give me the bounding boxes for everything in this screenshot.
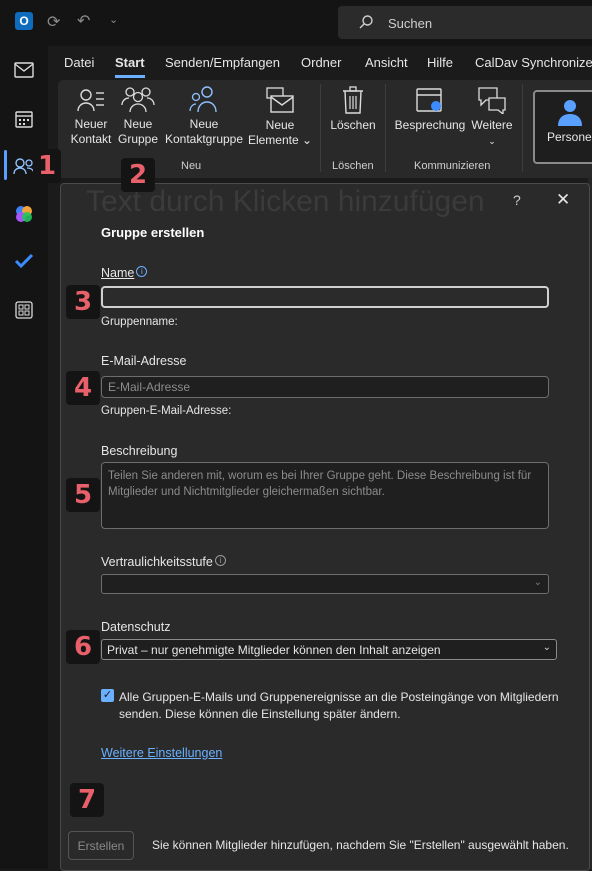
delete-button[interactable]: Löschen — [326, 86, 380, 133]
active-tab-underline — [115, 75, 145, 78]
new-group-label-2: Gruppe — [117, 132, 159, 146]
tab-caldav[interactable]: CalDav Synchronizer — [475, 55, 592, 70]
dialog-title: Gruppe erstellen — [101, 225, 205, 240]
undo-icon[interactable]: ↶ — [77, 11, 90, 31]
more-label: Weitere — [471, 118, 513, 132]
search-placeholder: Suchen — [388, 16, 433, 31]
step-badge-6: 6 — [66, 630, 100, 664]
email-input[interactable] — [101, 376, 549, 398]
new-contact-button[interactable]: Neuer Kontakt — [64, 87, 118, 147]
send-copies-label: Alle Gruppen-E-Mails und Gruppenereignis… — [119, 690, 559, 721]
step-badge-2: 2 — [121, 158, 155, 192]
sync-icon[interactable]: ⟳ — [47, 12, 60, 32]
contact-card-icon — [77, 89, 104, 112]
group-name-sublabel: Gruppenname: — [101, 316, 178, 328]
name-label-text: Name — [101, 266, 135, 280]
more-button[interactable]: Weitere ⌄ — [467, 86, 517, 149]
new-group-button[interactable]: Neue Gruppe — [114, 85, 162, 147]
person-icon — [558, 100, 582, 126]
delete-label: Löschen — [330, 118, 376, 132]
footer-hint: Sie können Mitglieder hinzufügen, nachde… — [152, 838, 569, 852]
help-button[interactable]: ? — [513, 192, 521, 208]
people-label: Personen — [547, 130, 592, 144]
outlook-logo-icon: O — [15, 12, 33, 30]
create-button[interactable]: Erstellen — [68, 831, 134, 860]
meeting-button[interactable]: Besprechung — [391, 86, 469, 133]
ribbon-separator — [522, 84, 523, 172]
meeting-calendar-icon — [416, 88, 442, 112]
tab-senden-empfangen[interactable]: Senden/Empfangen — [165, 55, 280, 70]
group-label-kommunizieren: Kommunizieren — [414, 160, 491, 172]
new-items-label-1: Neue — [265, 118, 295, 132]
description-label: Beschreibung — [101, 444, 178, 458]
step-badge-7: 7 — [70, 783, 104, 817]
new-group-label-1: Neue — [123, 117, 153, 131]
name-input[interactable] — [101, 286, 549, 308]
customize-toolbar-icon[interactable]: ⌄ — [109, 13, 118, 26]
new-items-button[interactable]: Neue Elemente ⌄ — [246, 86, 314, 148]
people-button[interactable]: Personen — [533, 90, 592, 164]
info-icon[interactable]: i — [214, 555, 226, 566]
name-label: Name i — [101, 266, 148, 280]
new-contact-label-2: Kontakt — [70, 132, 112, 146]
confidentiality-label: Vertraulichkeitsstufe i — [101, 555, 226, 569]
new-contact-group-label-2: Kontaktgruppe — [164, 132, 244, 146]
chevron-down-icon: ⌄ — [542, 642, 551, 653]
chat-icon — [478, 87, 506, 114]
apps-grid-icon[interactable] — [0, 301, 48, 324]
privacy-select[interactable]: Privat – nur genehmigte Mitglieder könne… — [101, 639, 557, 660]
mail-icon[interactable] — [0, 62, 48, 83]
tab-datei[interactable]: Datei — [64, 55, 94, 70]
send-copies-checkbox[interactable]: ✓ — [101, 689, 114, 702]
more-settings-link[interactable]: Weitere Einstellungen — [101, 746, 222, 760]
ribbon-separator — [385, 84, 386, 172]
new-contact-group-label-1: Neue — [189, 117, 219, 131]
step-badge-4: 4 — [66, 371, 100, 405]
step-badge-1: 1 — [33, 149, 61, 183]
calendar-icon[interactable] — [0, 110, 48, 133]
new-email-icon — [266, 87, 294, 113]
meeting-label: Besprechung — [394, 118, 466, 132]
info-icon[interactable]: i — [136, 266, 148, 277]
tab-ansicht[interactable]: Ansicht — [365, 55, 408, 70]
confidentiality-label-text: Vertraulichkeitsstufe — [101, 555, 213, 569]
privacy-label: Datenschutz — [101, 620, 171, 634]
todo-check-icon[interactable] — [0, 253, 48, 274]
group-email-sublabel: Gruppen-E-Mail-Adresse: — [101, 405, 232, 417]
new-contact-label-1: Neuer — [74, 117, 108, 131]
trash-icon — [343, 86, 363, 114]
tab-ordner[interactable]: Ordner — [301, 55, 341, 70]
step-badge-5: 5 — [66, 478, 100, 512]
tab-hilfe[interactable]: Hilfe — [427, 55, 453, 70]
group-label-neu: Neu — [181, 160, 202, 172]
search-icon — [358, 14, 374, 33]
more-chevron-icon: ⌄ — [488, 136, 496, 146]
confidentiality-select[interactable]: ⌄ — [101, 574, 549, 594]
contact-group-icon — [189, 86, 217, 113]
new-contact-group-button[interactable]: Neue Kontaktgruppe — [162, 85, 246, 147]
search-box[interactable] — [338, 6, 592, 39]
description-input[interactable] — [101, 462, 549, 529]
new-items-label-2: Elemente ⌄ — [247, 133, 313, 147]
close-button[interactable]: ✕ — [556, 190, 570, 210]
tab-start[interactable]: Start — [115, 55, 145, 70]
group-icon — [121, 87, 155, 113]
group-label-loeschen: Löschen — [332, 160, 374, 172]
copilot-icon[interactable] — [0, 205, 48, 228]
ribbon-separator — [320, 84, 321, 172]
privacy-value: Privat – nur genehmigte Mitglieder könne… — [107, 643, 441, 657]
step-badge-3: 3 — [66, 285, 100, 319]
email-label: E-Mail-Adresse — [101, 354, 187, 368]
chevron-down-icon: ⌄ — [533, 577, 542, 588]
